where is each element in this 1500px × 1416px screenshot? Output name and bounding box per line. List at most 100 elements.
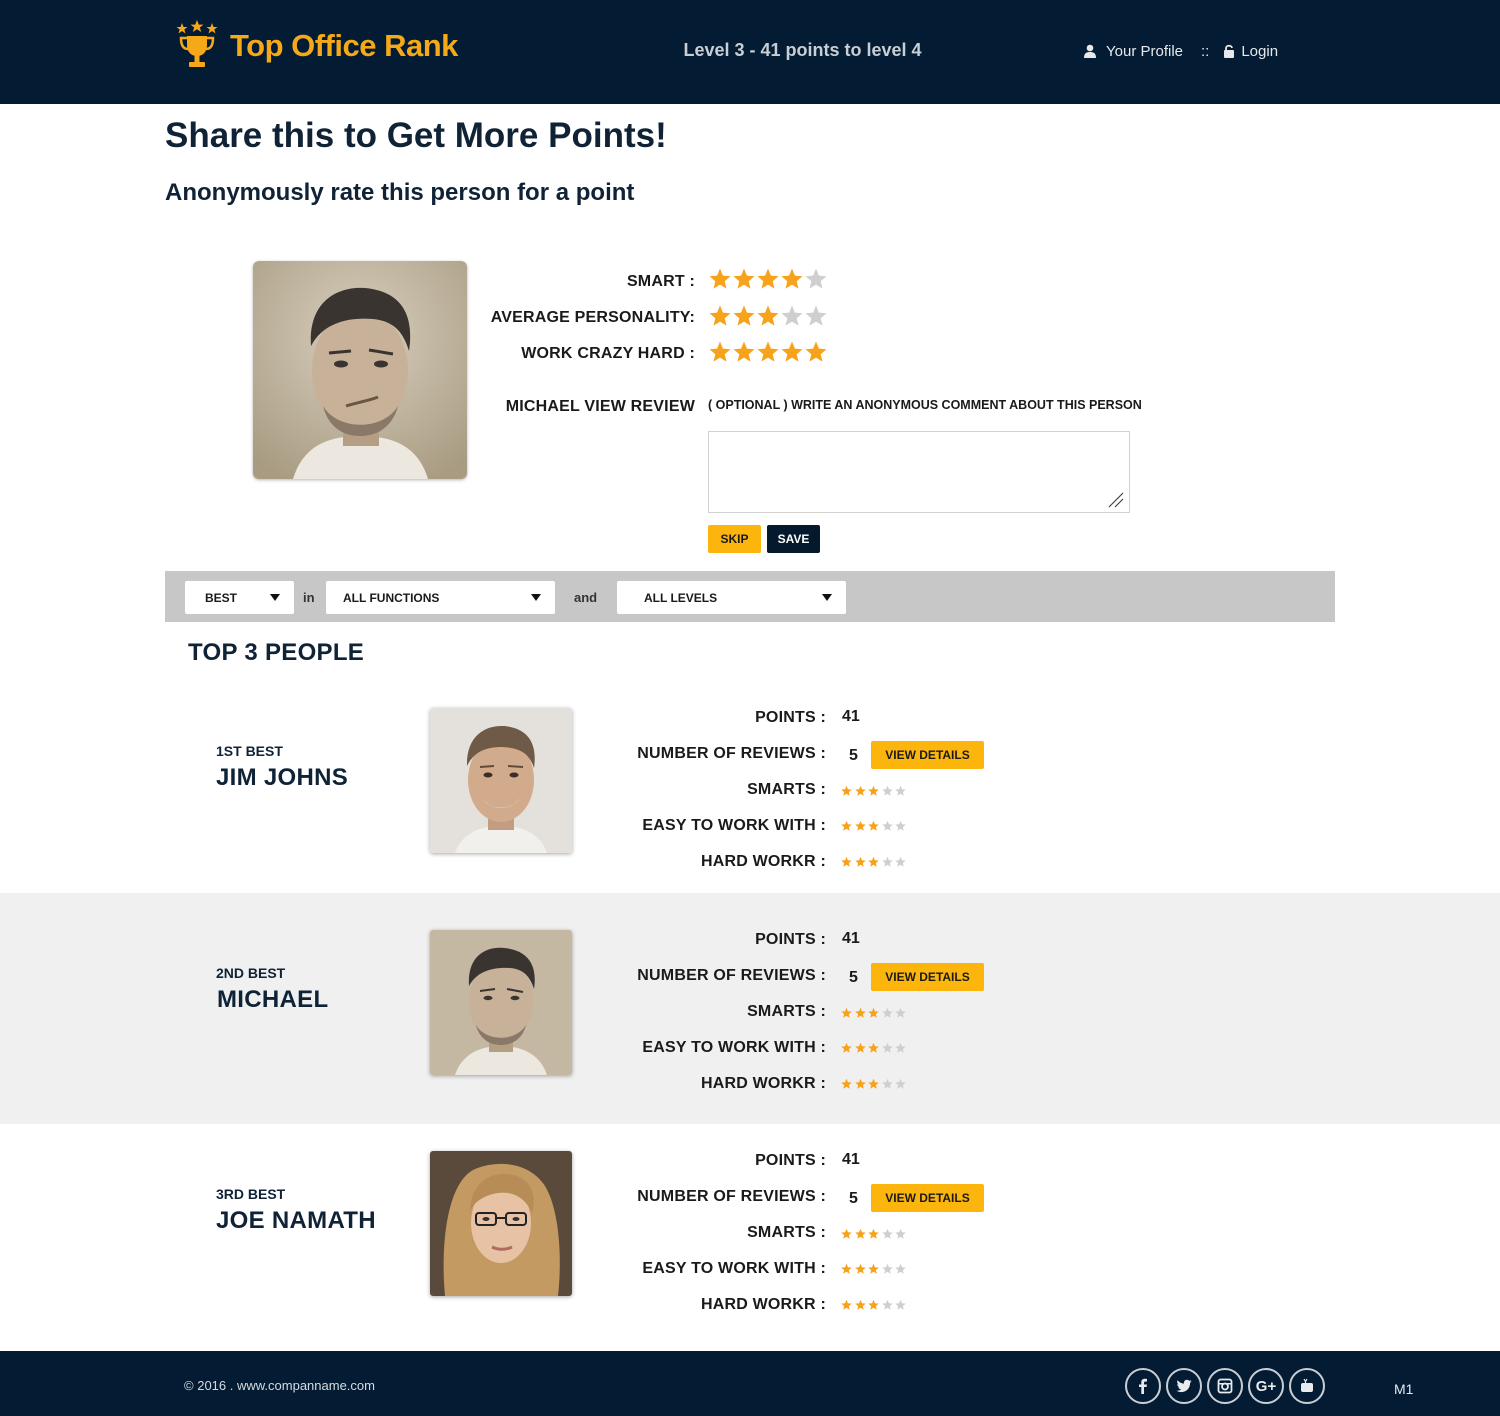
- star-filled-icon: [854, 1042, 866, 1053]
- easy-to-work-with-label: EASY TO WORK WITH :: [642, 1260, 826, 1277]
- star-filled-icon[interactable]: [708, 304, 732, 328]
- page-badge: M1: [1394, 1381, 1414, 1397]
- person-name[interactable]: JIM JOHNS: [216, 764, 348, 792]
- star-filled-icon[interactable]: [756, 304, 780, 328]
- star-empty-icon: [881, 1042, 893, 1053]
- star-filled-icon[interactable]: [780, 267, 804, 291]
- your-profile-link[interactable]: Your Profile: [1106, 43, 1183, 60]
- youtube-icon[interactable]: [1289, 1368, 1325, 1404]
- facebook-icon[interactable]: [1125, 1368, 1161, 1404]
- criterion-label-average-personality: AVERAGE PERSONALITY:: [490, 309, 695, 326]
- star-empty-icon: [895, 856, 906, 867]
- twitter-icon[interactable]: [1166, 1368, 1202, 1404]
- star-empty-icon: [895, 1042, 906, 1053]
- login-link[interactable]: Login: [1241, 43, 1278, 60]
- star-filled-icon[interactable]: [804, 340, 828, 364]
- instagram-icon[interactable]: [1207, 1368, 1243, 1404]
- star-empty-icon: [895, 785, 906, 796]
- star-empty-icon: [881, 820, 893, 831]
- top-people-heading: TOP 3 PEOPLE: [188, 639, 365, 666]
- anonymous-comment-input[interactable]: [708, 431, 1130, 513]
- hard-worker-stars: [840, 1299, 908, 1311]
- star-filled-icon: [841, 1228, 852, 1239]
- star-empty-icon: [881, 1263, 893, 1274]
- logo[interactable]: Top Office Rank: [176, 20, 458, 72]
- reviews-value: 5: [849, 969, 858, 986]
- points-label: POINTS :: [755, 931, 826, 948]
- resize-grip-icon[interactable]: [1106, 490, 1124, 508]
- sort-select-value: BEST: [205, 591, 238, 605]
- person-photo[interactable]: [430, 708, 572, 853]
- easy-to-work-with-stars: [840, 1263, 908, 1275]
- person-name[interactable]: MICHAEL: [217, 986, 328, 1014]
- criterion-label-work-crazy-hard: WORK CRAZY HARD :: [521, 345, 695, 362]
- star-filled-icon: [868, 856, 879, 867]
- rating-stars-average-personality[interactable]: [708, 304, 828, 328]
- star-filled-icon[interactable]: [708, 340, 732, 364]
- smarts-stars: [840, 1228, 908, 1240]
- star-empty-icon: [881, 1007, 893, 1018]
- star-filled-icon[interactable]: [756, 340, 780, 364]
- star-filled-icon: [841, 820, 852, 831]
- smarts-label: SMARTS :: [747, 1224, 826, 1241]
- star-filled-icon[interactable]: [708, 267, 732, 291]
- star-empty-icon: [895, 1299, 906, 1310]
- smarts-stars: [840, 785, 908, 797]
- rank-label: 2ND BEST: [216, 965, 286, 981]
- star-empty-icon[interactable]: [804, 267, 828, 291]
- person-photo[interactable]: [430, 930, 572, 1075]
- chevron-down-icon: [531, 594, 541, 601]
- star-filled-icon: [868, 1007, 879, 1018]
- star-filled-icon: [868, 1299, 879, 1310]
- star-empty-icon: [895, 1263, 906, 1274]
- view-details-button[interactable]: VIEW DETAILS: [871, 1184, 984, 1212]
- criterion-label-smart: SMART :: [626, 273, 695, 290]
- google-plus-icon[interactable]: G+: [1248, 1368, 1284, 1404]
- ranked-person-card: 1ST BEST JIM JOHNS POINTS : 41 NUMBER OF…: [0, 692, 1500, 893]
- filter-connector-in: in: [303, 590, 315, 605]
- level-select[interactable]: ALL LEVELS: [617, 581, 846, 614]
- star-filled-icon[interactable]: [756, 267, 780, 291]
- star-filled-icon[interactable]: [780, 340, 804, 364]
- logo-text: Top Office Rank: [230, 28, 458, 63]
- star-filled-icon: [868, 785, 879, 796]
- star-filled-icon: [854, 1299, 866, 1310]
- function-select-value: ALL FUNCTIONS: [343, 591, 440, 605]
- filter-bar: BEST in ALL FUNCTIONS and ALL LEVELS: [165, 571, 1335, 622]
- save-button[interactable]: SAVE: [767, 525, 820, 553]
- star-filled-icon[interactable]: [732, 340, 756, 364]
- star-filled-icon: [868, 1078, 879, 1089]
- star-filled-icon: [841, 785, 852, 796]
- skip-button[interactable]: SKIP: [708, 525, 761, 553]
- star-filled-icon[interactable]: [732, 267, 756, 291]
- rating-stars-work-crazy-hard[interactable]: [708, 340, 828, 364]
- view-details-button[interactable]: VIEW DETAILS: [871, 963, 984, 991]
- trophy-icon: [176, 20, 218, 67]
- copyright-icon: ©: [184, 1378, 194, 1393]
- hard-worker-stars: [840, 856, 908, 868]
- star-filled-icon: [868, 1263, 879, 1274]
- hard-worker-label: HARD WORKR :: [700, 1296, 826, 1313]
- hard-worker-label: HARD WORKR :: [700, 1075, 826, 1092]
- function-select[interactable]: ALL FUNCTIONS: [326, 581, 555, 614]
- person-name[interactable]: JOE NAMATH: [216, 1207, 376, 1235]
- person-photo[interactable]: [430, 1151, 572, 1296]
- star-filled-icon: [854, 1263, 866, 1274]
- sort-select[interactable]: BEST: [185, 581, 294, 614]
- star-filled-icon: [854, 1078, 866, 1089]
- star-filled-icon: [854, 1007, 866, 1018]
- page-subtitle: Anonymously rate this person for a point: [165, 179, 635, 206]
- rank-label: 3RD BEST: [216, 1186, 286, 1202]
- star-filled-icon: [868, 1228, 879, 1239]
- star-filled-icon: [841, 856, 852, 867]
- star-filled-icon: [841, 1078, 852, 1089]
- reviews-label: NUMBER OF REVIEWS :: [637, 967, 826, 984]
- star-empty-icon[interactable]: [780, 304, 804, 328]
- star-filled-icon[interactable]: [732, 304, 756, 328]
- lock-icon: [1224, 44, 1235, 58]
- star-empty-icon[interactable]: [804, 304, 828, 328]
- user-icon: [1084, 44, 1096, 58]
- rating-stars-smart[interactable]: [708, 267, 828, 291]
- level-status: Level 3 - 41 points to level 4: [683, 40, 922, 60]
- view-details-button[interactable]: VIEW DETAILS: [871, 741, 984, 769]
